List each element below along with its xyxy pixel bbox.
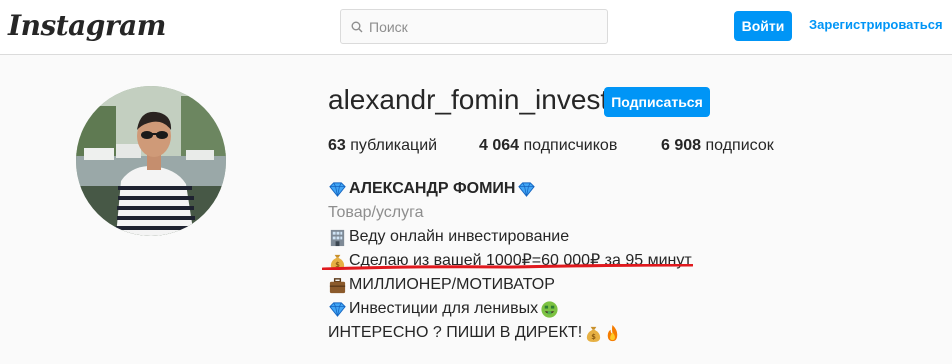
office-building-icon bbox=[330, 229, 345, 246]
stat-following-label: подписок bbox=[701, 137, 774, 154]
profile-stats: 63 публикаций 4 064 подписчиков 6 908 по… bbox=[328, 137, 774, 155]
bio-line: ИНТЕРЕСНО ? ПИШИ В ДИРЕКТ! $ bbox=[328, 321, 692, 345]
bio-line: Инвестиции для ленивых bbox=[328, 297, 692, 321]
svg-text:$: $ bbox=[591, 333, 596, 341]
money-mouth-face-icon bbox=[541, 300, 558, 318]
bio-text: МИЛЛИОНЕР/МОТИВАТОР bbox=[349, 276, 555, 293]
gem-icon bbox=[329, 181, 346, 197]
red-underline-annotation bbox=[322, 264, 693, 270]
stat-posts-count: 63 bbox=[328, 137, 346, 154]
briefcase-icon bbox=[329, 277, 346, 293]
search-box[interactable] bbox=[340, 9, 608, 44]
bio-text: Веду онлайн инвестирование bbox=[349, 228, 570, 245]
bio-category-line: Товар/услуга bbox=[328, 201, 692, 225]
gem-icon bbox=[329, 301, 346, 317]
search-input[interactable] bbox=[369, 18, 589, 35]
stat-followers-label: подписчиков bbox=[519, 137, 618, 154]
stat-posts-label: публикаций bbox=[345, 137, 438, 154]
avatar-photo bbox=[76, 86, 226, 236]
stat-posts: 63 публикаций bbox=[328, 137, 479, 155]
instagram-logo[interactable]: Instagram bbox=[8, 9, 166, 42]
bio-line: Веду онлайн инвестирование bbox=[328, 225, 692, 249]
bio-name: АЛЕКСАНДР ФОМИН bbox=[349, 180, 516, 197]
profile-bio: АЛЕКСАНДР ФОМИН Товар/услуга Веду онлайн… bbox=[328, 177, 692, 345]
search-icon bbox=[351, 21, 363, 32]
fire-icon bbox=[607, 324, 618, 341]
money-bag-icon: $ bbox=[586, 326, 601, 342]
gem-icon bbox=[518, 181, 536, 197]
stat-following[interactable]: 6 908 подписок bbox=[661, 137, 774, 155]
login-button[interactable]: Войти bbox=[734, 11, 792, 41]
follow-button[interactable]: Подписаться bbox=[604, 87, 710, 117]
register-link[interactable]: Зарегистрироваться bbox=[809, 17, 943, 32]
profile-avatar[interactable] bbox=[76, 86, 226, 236]
top-navigation-bar: Instagram Войти Зарегистрироваться bbox=[0, 0, 952, 55]
bio-line: МИЛЛИОНЕР/МОТИВАТОР bbox=[328, 273, 692, 297]
profile-username: alexandr_fomin_invest bbox=[328, 84, 609, 115]
stat-following-count: 6 908 bbox=[661, 137, 702, 154]
bio-name-line: АЛЕКСАНДР ФОМИН bbox=[328, 177, 692, 201]
bio-category: Товар/услуга bbox=[328, 204, 424, 221]
stat-followers-count: 4 064 bbox=[479, 137, 520, 154]
bio-text: ИНТЕРЕСНО ? ПИШИ В ДИРЕКТ! bbox=[328, 324, 583, 341]
stat-followers[interactable]: 4 064 подписчиков bbox=[479, 137, 661, 155]
bio-text: Инвестиции для ленивых bbox=[349, 300, 539, 317]
